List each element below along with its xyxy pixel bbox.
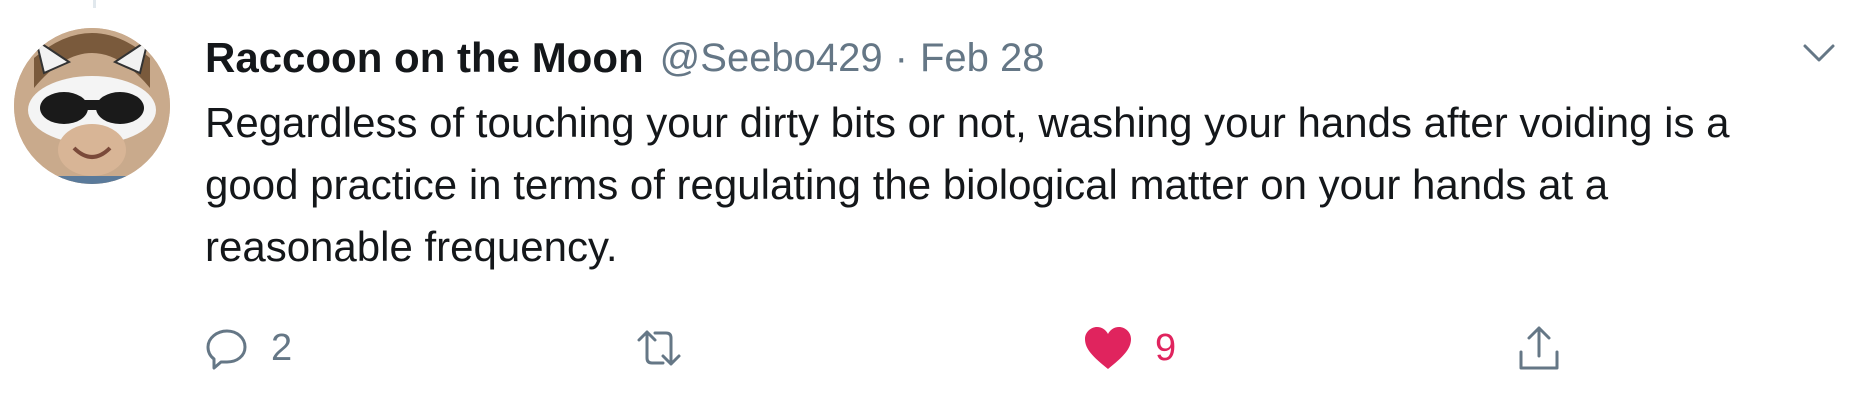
tweet-header: Raccoon on the Moon @Seebo429 · Feb 28: [205, 28, 1045, 88]
reply-count: 2: [271, 326, 293, 369]
author-name[interactable]: Raccoon on the Moon: [205, 34, 644, 82]
thread-connector-line: [93, 0, 96, 8]
avatar[interactable]: [14, 28, 170, 184]
reply-button[interactable]: 2: [205, 318, 292, 378]
tweet-menu-button[interactable]: [1796, 30, 1842, 76]
raccoon-mask-avatar-image: [14, 28, 170, 184]
tweet-actions: 2 9: [205, 318, 1605, 378]
author-handle[interactable]: @Seebo429: [660, 36, 883, 81]
header-separator: ·: [894, 35, 908, 80]
retweet-button[interactable]: [633, 318, 707, 378]
tweet-text: Regardless of touching your dirty bits o…: [205, 99, 1730, 270]
reply-icon: [206, 329, 247, 370]
retweet-icon: [637, 330, 681, 366]
share-icon: [1519, 326, 1559, 370]
heart-icon: [1085, 327, 1131, 369]
like-count: 9: [1155, 326, 1177, 369]
tweet-date[interactable]: Feb 28: [920, 36, 1045, 81]
like-button[interactable]: 9: [1083, 318, 1176, 378]
share-button[interactable]: [1517, 318, 1561, 378]
chevron-down-icon: [1803, 44, 1835, 62]
